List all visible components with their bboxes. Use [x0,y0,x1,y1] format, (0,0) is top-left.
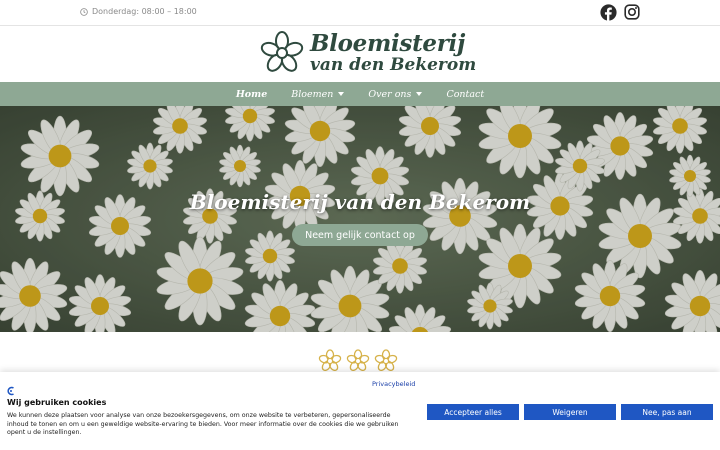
nav-label: Contact [446,88,485,100]
contact-cta-button[interactable]: Neem gelijk contact op [292,224,428,246]
instagram-link[interactable] [624,4,640,24]
flower-logo-icon [260,31,304,72]
nav-item-bloemen[interactable]: Bloemen [291,88,345,100]
flower-icon [318,349,342,372]
nav-label: Bloemen [291,88,334,100]
hero-title: Bloemisterij van den Bekerom [189,190,531,214]
page: Donderdag: 08:00 – 18:00 Bloemisterij va… [0,0,720,450]
hero-daisies-image [0,106,720,332]
nav-item-contact[interactable]: Contact [446,89,484,100]
cookie-description: We kunnen deze plaatsen voor analyse van… [7,412,399,436]
privacy-policy-link[interactable]: Privacybeleid [372,380,415,388]
logo-text-line1: Bloemisterij [310,30,466,57]
nav-label: Over ons [368,88,412,100]
caret-down-icon [416,92,423,96]
cookie-consent-banner: Privacybeleid Wij gebruiken cookies We k… [0,372,720,450]
opening-hours-text: Donderdag: 08:00 – 18:00 [92,7,197,16]
customize-button[interactable]: Nee, pas aan [621,404,713,420]
opening-hours: Donderdag: 08:00 – 18:00 [80,7,197,16]
nav-label: Home [235,88,268,100]
facebook-link[interactable] [600,4,617,25]
flower-icon [346,349,370,372]
flower-icon [374,349,398,372]
top-bar: Donderdag: 08:00 – 18:00 [0,0,720,26]
nav-item-over-ons[interactable]: Over ons [368,88,423,100]
caret-down-icon [338,92,345,96]
main-navigation: Home Bloemen Over ons Contact [0,82,720,106]
hero-banner: Bloemisterij van den Bekerom Neem gelijk… [0,106,720,332]
site-logo[interactable]: Bloemisterij van den Bekerom [0,27,720,82]
cookie-consent-logo-icon [7,386,14,396]
clock-icon [80,7,88,16]
logo-text-line2: van den Bekerom [310,55,477,75]
nav-item-home[interactable]: Home [236,89,267,100]
instagram-icon [624,4,640,20]
accept-all-button[interactable]: Accepteer alles [427,404,519,420]
refuse-button[interactable]: Weigeren [524,404,616,420]
cookie-title: Wij gebruiken cookies [7,398,107,407]
facebook-icon [600,4,617,21]
decorative-flowers [318,349,398,373]
